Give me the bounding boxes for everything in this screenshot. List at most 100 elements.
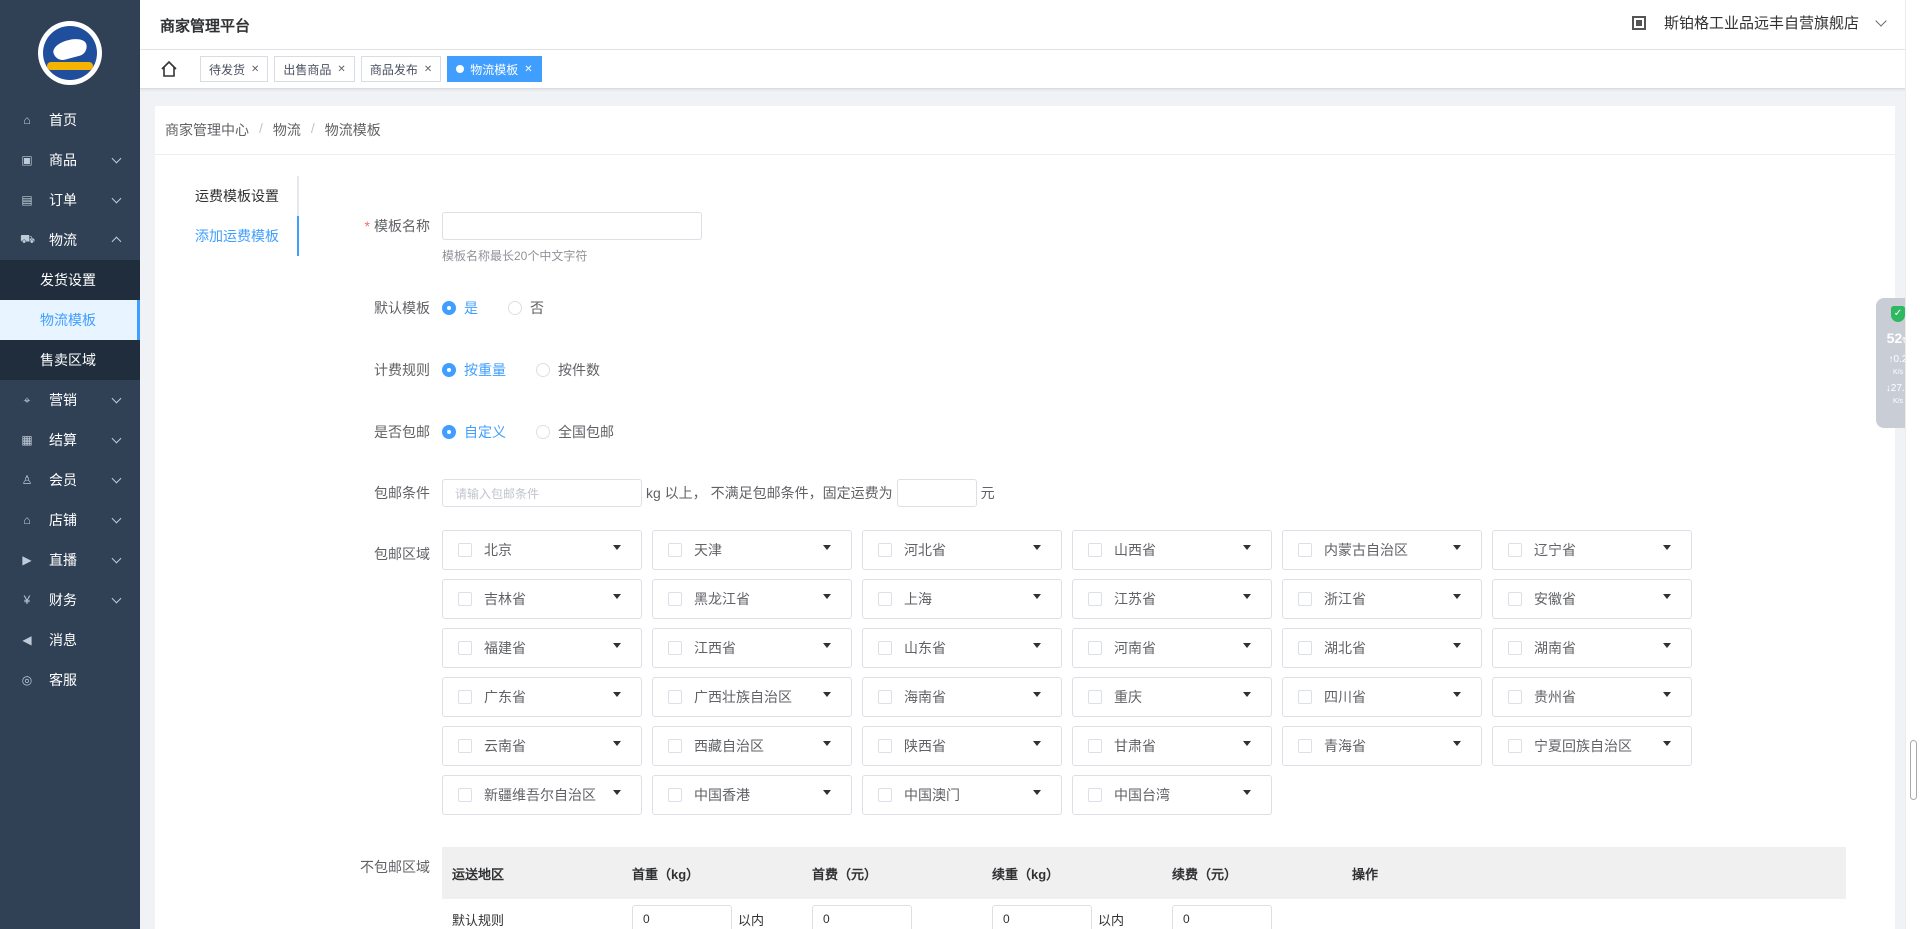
- region-select[interactable]: 中国澳门: [862, 775, 1062, 815]
- home-icon[interactable]: [160, 60, 178, 78]
- region-checkbox[interactable]: [1088, 690, 1102, 704]
- caret-down-icon[interactable]: [613, 545, 621, 550]
- qrcode-icon[interactable]: [1631, 15, 1646, 30]
- region-select[interactable]: 陕西省: [862, 726, 1062, 766]
- region-checkbox[interactable]: [878, 788, 892, 802]
- tab-freight-template-settings[interactable]: 运费模板设置: [175, 176, 299, 216]
- region-checkbox[interactable]: [458, 543, 472, 557]
- region-select[interactable]: 云南省: [442, 726, 642, 766]
- close-icon[interactable]: ✕: [337, 64, 345, 75]
- sidebar-item-logistics[interactable]: ⛟ 物流: [0, 220, 140, 260]
- region-checkbox[interactable]: [668, 641, 682, 655]
- region-select[interactable]: 吉林省: [442, 579, 642, 619]
- region-select[interactable]: 河北省: [862, 530, 1062, 570]
- region-select[interactable]: 河南省: [1072, 628, 1272, 668]
- caret-down-icon[interactable]: [1033, 545, 1041, 550]
- billing-by-count-radio[interactable]: 按件数: [536, 360, 600, 380]
- region-checkbox[interactable]: [878, 543, 892, 557]
- region-select[interactable]: 江苏省: [1072, 579, 1272, 619]
- caret-down-icon[interactable]: [1663, 594, 1671, 599]
- fixed-fee-input[interactable]: [896, 479, 977, 507]
- region-checkbox[interactable]: [668, 690, 682, 704]
- sidebar-subitem-sales-region[interactable]: 售卖区域: [0, 340, 140, 380]
- caret-down-icon[interactable]: [613, 594, 621, 599]
- sidebar-item-live[interactable]: ▶ 直播: [0, 540, 140, 580]
- sidebar-item-settlement[interactable]: ▦ 结算: [0, 420, 140, 460]
- tag-pending-shipment[interactable]: 待发货 ✕: [200, 56, 269, 82]
- region-checkbox[interactable]: [1298, 592, 1312, 606]
- region-checkbox[interactable]: [668, 788, 682, 802]
- first-weight-input[interactable]: 0: [632, 905, 732, 929]
- region-checkbox[interactable]: [668, 543, 682, 557]
- region-select[interactable]: 浙江省: [1282, 579, 1482, 619]
- caret-down-icon[interactable]: [1033, 643, 1041, 648]
- caret-down-icon[interactable]: [1663, 741, 1671, 746]
- region-select[interactable]: 内蒙古自治区: [1282, 530, 1482, 570]
- extra-fee-input[interactable]: 0: [1172, 905, 1272, 929]
- region-select[interactable]: 中国台湾: [1072, 775, 1272, 815]
- region-checkbox[interactable]: [1298, 690, 1312, 704]
- scrollbar-thumb[interactable]: [1910, 740, 1917, 800]
- breadcrumb-item[interactable]: 物流: [273, 120, 301, 140]
- caret-down-icon[interactable]: [1453, 545, 1461, 550]
- region-select[interactable]: 湖北省: [1282, 628, 1482, 668]
- caret-down-icon[interactable]: [1243, 692, 1251, 697]
- region-select[interactable]: 安徽省: [1492, 579, 1692, 619]
- sidebar-item-home[interactable]: ⌂ 首页: [0, 100, 140, 140]
- region-checkbox[interactable]: [1508, 690, 1522, 704]
- caret-down-icon[interactable]: [1033, 790, 1041, 795]
- region-select[interactable]: 贵州省: [1492, 677, 1692, 717]
- caret-down-icon[interactable]: [1243, 790, 1251, 795]
- sidebar-subitem-shipping-settings[interactable]: 发货设置: [0, 260, 140, 300]
- tag-publish-goods[interactable]: 商品发布 ✕: [360, 56, 442, 82]
- region-select[interactable]: 山东省: [862, 628, 1062, 668]
- caret-down-icon[interactable]: [823, 790, 831, 795]
- sidebar-item-members[interactable]: ♙ 会员: [0, 460, 140, 500]
- caret-down-icon[interactable]: [1243, 741, 1251, 746]
- region-checkbox[interactable]: [878, 739, 892, 753]
- page-scrollbar[interactable]: [1905, 0, 1920, 929]
- region-checkbox[interactable]: [1508, 641, 1522, 655]
- template-name-input[interactable]: [442, 212, 702, 240]
- sidebar-item-marketing[interactable]: ⌖ 营销: [0, 380, 140, 420]
- default-template-yes-radio[interactable]: 是: [442, 298, 478, 318]
- caret-down-icon[interactable]: [1663, 545, 1671, 550]
- region-checkbox[interactable]: [878, 641, 892, 655]
- first-fee-input[interactable]: 0: [812, 905, 912, 929]
- region-checkbox[interactable]: [458, 641, 472, 655]
- free-shipping-nationwide-radio[interactable]: 全国包邮: [536, 422, 614, 442]
- caret-down-icon[interactable]: [1033, 741, 1041, 746]
- sidebar-item-orders[interactable]: ▤ 订单: [0, 180, 140, 220]
- region-select[interactable]: 湖南省: [1492, 628, 1692, 668]
- caret-down-icon[interactable]: [823, 643, 831, 648]
- extra-weight-input[interactable]: 0: [992, 905, 1092, 929]
- region-checkbox[interactable]: [878, 690, 892, 704]
- close-icon[interactable]: ✕: [524, 64, 532, 75]
- region-select[interactable]: 甘肃省: [1072, 726, 1272, 766]
- free-shipping-custom-radio[interactable]: 自定义: [442, 422, 506, 442]
- region-select[interactable]: 山西省: [1072, 530, 1272, 570]
- region-checkbox[interactable]: [1088, 641, 1102, 655]
- default-template-no-radio[interactable]: 否: [508, 298, 544, 318]
- region-select[interactable]: 江西省: [652, 628, 852, 668]
- region-checkbox[interactable]: [458, 739, 472, 753]
- caret-down-icon[interactable]: [1033, 692, 1041, 697]
- region-checkbox[interactable]: [458, 690, 472, 704]
- store-name[interactable]: 斯铂格工业品远丰自营旗舰店: [1664, 12, 1859, 33]
- caret-down-icon[interactable]: [1453, 643, 1461, 648]
- region-select[interactable]: 福建省: [442, 628, 642, 668]
- chevron-down-icon[interactable]: [1875, 14, 1887, 27]
- region-select[interactable]: 青海省: [1282, 726, 1482, 766]
- caret-down-icon[interactable]: [823, 741, 831, 746]
- sidebar-item-goods[interactable]: ▣ 商品: [0, 140, 140, 180]
- caret-down-icon[interactable]: [613, 692, 621, 697]
- region-select[interactable]: 广东省: [442, 677, 642, 717]
- region-checkbox[interactable]: [1088, 739, 1102, 753]
- region-select[interactable]: 四川省: [1282, 677, 1482, 717]
- caret-down-icon[interactable]: [823, 594, 831, 599]
- region-checkbox[interactable]: [668, 592, 682, 606]
- region-select[interactable]: 宁夏回族自治区: [1492, 726, 1692, 766]
- region-checkbox[interactable]: [458, 788, 472, 802]
- caret-down-icon[interactable]: [1663, 692, 1671, 697]
- sidebar-item-service[interactable]: ◎ 客服: [0, 660, 140, 700]
